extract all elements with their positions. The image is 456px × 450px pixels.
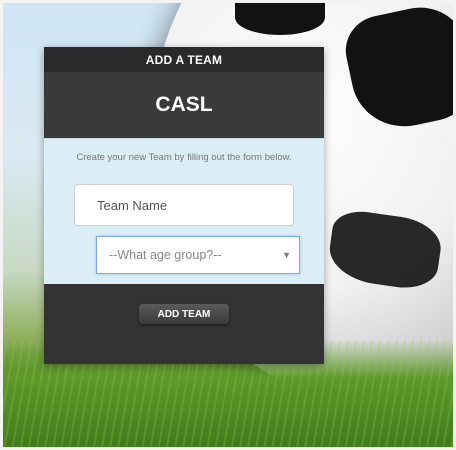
team-form: Create your new Team by filling out the … [44,138,324,284]
ball-patch [235,0,325,35]
add-team-dialog: ADD A TEAM CASL Create your new Team by … [44,47,324,364]
dialog-footer: ADD TEAM [44,284,324,364]
brand-header: CASL [44,72,324,138]
dialog-title-bar: ADD A TEAM [44,47,324,72]
dropdown-arrow-icon: ▼ [282,250,291,260]
brand-logo-text: CASL [155,93,213,116]
team-name-input[interactable] [74,184,294,226]
form-instructions: Create your new Team by filling out the … [76,152,292,163]
add-team-button[interactable]: ADD TEAM [139,304,229,324]
age-group-selected: --What age group?-- [109,248,222,262]
dialog-title: ADD A TEAM [145,52,223,67]
age-group-select[interactable]: --What age group?-- ▼ [96,236,300,274]
